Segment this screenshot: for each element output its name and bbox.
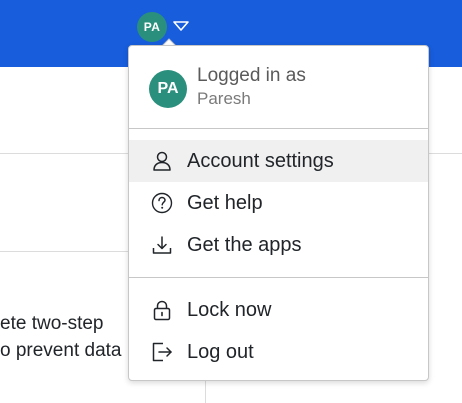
menu-item-label: Lock now <box>187 299 272 321</box>
menu-item-label: Log out <box>187 341 254 363</box>
menu-item-label: Get help <box>187 192 263 214</box>
avatar: PA <box>149 70 187 108</box>
app-root: PA ete two-step o prevent data PA Logged… <box>0 0 462 403</box>
menu-item-account-settings[interactable]: Account settings <box>129 140 428 182</box>
chevron-down-icon[interactable] <box>172 19 190 33</box>
menu-item-label: Account settings <box>187 150 334 172</box>
background-text-line: ete two-step <box>0 313 104 334</box>
menu-divider <box>129 128 428 129</box>
menu-divider <box>129 277 428 278</box>
account-dropdown-menu: PA Logged in as Paresh Account settings … <box>128 45 429 381</box>
sign-out-icon <box>152 342 172 362</box>
menu-item-lock-now[interactable]: Lock now <box>129 289 428 331</box>
user-icon <box>153 151 171 171</box>
download-icon <box>152 236 172 254</box>
menu-item-label: Get the apps <box>187 234 302 256</box>
background-text-line: o prevent data <box>0 340 122 361</box>
menu-item-get-the-apps[interactable]: Get the apps <box>129 224 428 266</box>
menu-item-get-help[interactable]: Get help <box>129 182 428 224</box>
question-circle-icon <box>151 192 173 214</box>
logged-in-label: Logged in as <box>197 65 306 86</box>
lock-icon <box>153 300 171 321</box>
menu-item-log-out[interactable]: Log out <box>129 331 428 373</box>
profile-section: PA Logged in as Paresh <box>129 46 428 128</box>
username-label: Paresh <box>197 89 251 108</box>
